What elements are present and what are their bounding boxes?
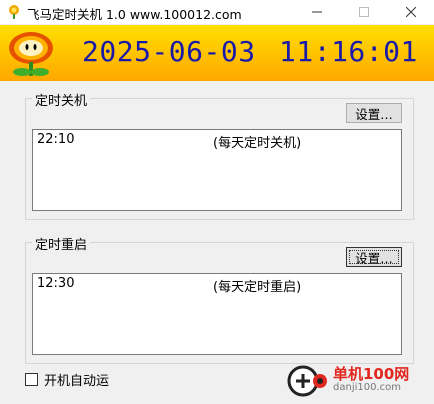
watermark-logo-icon	[287, 365, 327, 397]
watermark-url: danji100.com	[333, 382, 401, 393]
restart-schedule-list[interactable]: 12:30 (每天定时重启)	[32, 273, 402, 355]
shutdown-schedule-list[interactable]: 22:10 (每天定时关机)	[32, 129, 402, 211]
fire-flower-icon	[9, 32, 53, 76]
maximize-icon	[359, 7, 369, 17]
restart-group: 定时重启 设置… 12:30 (每天定时重启)	[25, 234, 414, 364]
autostart-label: 开机自动运	[44, 374, 110, 389]
autostart-option[interactable]: 开机自动运	[25, 370, 109, 389]
autostart-checkbox[interactable]	[25, 373, 38, 386]
minimize-button[interactable]	[294, 0, 340, 24]
shutdown-legend: 定时关机	[32, 90, 91, 109]
schedule-description: (每天定时重启)	[213, 280, 302, 295]
schedule-time: 12:30	[37, 276, 75, 291]
close-icon	[406, 7, 416, 17]
app-icon	[9, 5, 19, 19]
watermark: 单机100网 danji100.com	[287, 364, 409, 398]
shutdown-group: 定时关机 设置… 22:10 (每天定时关机)	[25, 90, 414, 220]
shutdown-settings-button[interactable]: 设置…	[346, 103, 402, 123]
clock-banner: 2025-06-03 11:16:01	[0, 25, 434, 81]
restart-settings-button[interactable]: 设置…	[346, 247, 402, 267]
maximize-button[interactable]	[341, 0, 387, 24]
window-title: 飞马定时关机 1.0 www.100012.com	[27, 7, 242, 22]
watermark-name: 单机100网	[333, 365, 410, 383]
schedule-description: (每天定时关机)	[213, 136, 302, 151]
close-button[interactable]	[388, 0, 434, 24]
restart-legend: 定时重启	[32, 234, 91, 253]
current-time: 11:16:01	[279, 35, 418, 68]
schedule-time: 22:10	[37, 132, 75, 147]
title-bar: 飞马定时关机 1.0 www.100012.com	[0, 0, 434, 24]
minimize-icon	[312, 11, 322, 13]
current-date: 2025-06-03	[82, 35, 256, 68]
